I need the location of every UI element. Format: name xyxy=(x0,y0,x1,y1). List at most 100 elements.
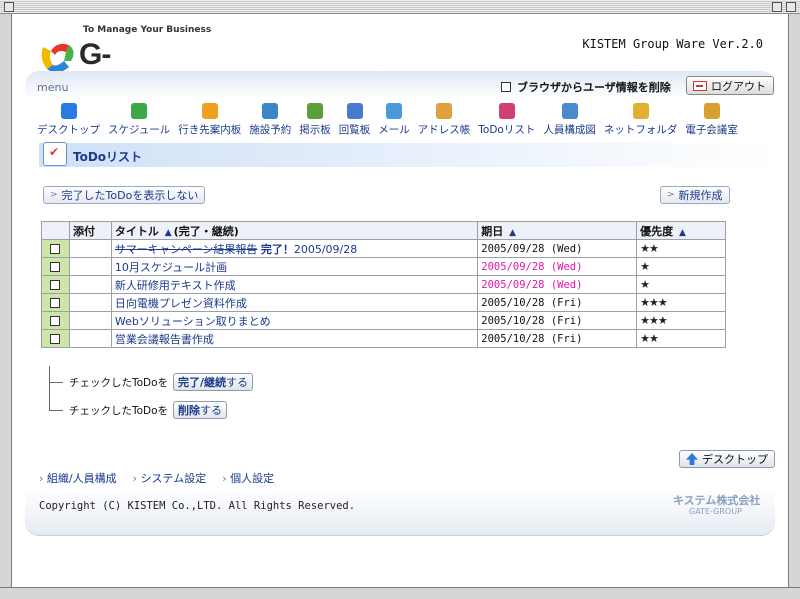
nav-item-label: ToDoリスト xyxy=(478,124,536,136)
due-date-cell: 2005/10/28 (Fri) xyxy=(477,329,638,348)
window-frame-bottom xyxy=(0,587,800,599)
attach-cell xyxy=(68,293,112,312)
priority-cell: ★ xyxy=(636,275,726,294)
nav-item[interactable]: 施設予約 xyxy=(249,103,291,137)
footer-bar xyxy=(25,488,775,536)
nav-item[interactable]: 電子会議室 xyxy=(685,103,738,137)
priority-cell: ★★★ xyxy=(636,311,726,330)
kistem-logo: キステム株式会社 GATE-GROUP xyxy=(673,492,768,522)
date-column-header[interactable]: 期日 ▲ xyxy=(477,221,638,240)
copyright-text: Copyright (C) KISTEM Co.,LTD. All Rights… xyxy=(39,500,356,512)
sort-up-icon[interactable]: ▲ xyxy=(679,228,686,238)
due-date-cell: 2005/09/28 (Wed) xyxy=(477,275,638,294)
todo-title-link[interactable]: 日向電機プレゼン資料作成 xyxy=(115,297,247,310)
window-collapse-button[interactable] xyxy=(786,2,796,12)
title-column-header[interactable]: タイトル ▲ (完了・継続) xyxy=(110,221,479,240)
nav-item[interactable]: ネットフォルダ xyxy=(604,103,677,137)
nav-item-label: デスクトップ xyxy=(37,124,100,136)
building-icon xyxy=(262,103,279,119)
title-cell: Webソリューション取りまとめ xyxy=(110,311,479,330)
row-checkbox[interactable] xyxy=(50,262,61,272)
browser-viewport: To Manage Your Business G-BOARD KISTEM G… xyxy=(13,15,787,587)
table-row: 新人研修用テキスト作成 2005/09/28 (Wed) ★ xyxy=(41,275,726,294)
browser-delete-option[interactable]: ブラウザからユーザ情報を削除 xyxy=(501,79,671,95)
hide-completed-button[interactable]: > 完了したToDoを表示しない xyxy=(43,186,206,204)
sort-up-icon[interactable]: ▲ xyxy=(165,228,172,238)
table-row: 日向電機プレゼン資料作成 2005/10/28 (Fri) ★★★ xyxy=(41,293,726,312)
window-zoom-button[interactable] xyxy=(772,2,782,12)
priority-column-header[interactable]: 優先度 ▲ xyxy=(636,221,726,240)
select-column-header xyxy=(41,221,70,240)
up-arrow-icon xyxy=(686,453,698,465)
nav-item-label: 回覧板 xyxy=(338,124,371,136)
due-date-cell: 2005/09/28 (Wed) xyxy=(477,239,638,258)
title-header-label: タイトル xyxy=(114,224,159,238)
row-checkbox[interactable] xyxy=(50,244,61,254)
todo-title-link[interactable]: サマーキャンペーン結果報告 xyxy=(115,243,257,256)
due-date-cell: 2005/10/28 (Fri) xyxy=(477,311,638,330)
row-select-cell xyxy=(41,275,70,294)
row-checkbox[interactable] xyxy=(50,298,61,308)
priority-cell: ★★★ xyxy=(636,293,726,312)
nav-item[interactable]: 行き先案内板 xyxy=(178,103,241,137)
nav-item-label: 掲示板 xyxy=(299,124,331,136)
todo-title-link[interactable]: 新人研修用テキスト作成 xyxy=(115,279,236,292)
logout-button[interactable]: ログアウト xyxy=(686,76,774,95)
nav-item-label: 施設予約 xyxy=(249,124,292,136)
nav-item-label: メール xyxy=(378,124,410,136)
sort-up-icon[interactable]: ▲ xyxy=(509,228,516,238)
tree-connector-branch xyxy=(49,382,63,383)
complete-continue-label: 完了/継続 xyxy=(178,376,227,389)
table-row: Webソリューション取りまとめ 2005/10/28 (Fri) ★★★ xyxy=(41,311,726,330)
nav-item[interactable]: アドレス帳 xyxy=(418,103,470,137)
back-to-desktop-button[interactable]: デスクトップ xyxy=(679,450,775,468)
todo-title-link[interactable]: Webソリューション取りまとめ xyxy=(115,315,271,328)
delete-button[interactable]: 削除 する xyxy=(173,401,227,419)
mail-icon xyxy=(386,103,403,119)
version-label: KISTEM Group Ware Ver.2.0 xyxy=(582,37,763,51)
due-date-cell: 2005/10/28 (Fri) xyxy=(477,293,638,312)
row-checkbox[interactable] xyxy=(50,316,61,326)
nav-item-label: 行き先案内板 xyxy=(178,124,242,136)
new-todo-button[interactable]: > 新規作成 xyxy=(660,186,730,204)
nav-item[interactable]: 回覧板 xyxy=(338,103,371,137)
board-icon xyxy=(307,103,324,119)
row-checkbox[interactable] xyxy=(50,334,61,344)
nav-item[interactable]: デスクトップ xyxy=(37,103,100,137)
title-cell: 新人研修用テキスト作成 xyxy=(110,275,479,294)
footer-links: 組織/人員構成 システム設定 個人設定 xyxy=(39,470,274,486)
complete-suffix: する xyxy=(226,376,249,389)
todo-title-link[interactable]: 10月スケジュール計画 xyxy=(115,261,227,274)
page-title-bar: ToDoリスト xyxy=(39,142,775,167)
nav-item[interactable]: ToDoリスト xyxy=(478,103,535,137)
attach-cell xyxy=(68,275,112,294)
footer-link-system-settings[interactable]: システム設定 xyxy=(133,470,207,486)
window-frame-right xyxy=(788,14,800,599)
company-subname: GATE-GROUP xyxy=(689,507,742,516)
nav-item[interactable]: 掲示板 xyxy=(299,103,331,137)
footer-link-organization[interactable]: 組織/人員構成 xyxy=(39,470,117,486)
folder-icon xyxy=(632,103,649,119)
todo-title-icon xyxy=(43,142,67,166)
priority-cell: ★★ xyxy=(636,329,726,348)
nav-item-label: スケジュール xyxy=(108,124,171,136)
browser-delete-checkbox[interactable] xyxy=(501,82,511,92)
window-titlebar[interactable] xyxy=(0,0,800,14)
priority-cell: ★ xyxy=(636,257,726,276)
checked-todo-prefix: チェックしたToDoを xyxy=(69,405,169,417)
window-close-button[interactable] xyxy=(4,2,14,12)
nav-item[interactable]: スケジュール xyxy=(108,103,170,137)
menu-label: menu xyxy=(37,81,69,94)
footer-link-personal-settings[interactable]: 個人設定 xyxy=(222,470,274,486)
nav-item-label: 電子会議室 xyxy=(685,124,738,136)
todo-title-link[interactable]: 営業会議報告書作成 xyxy=(115,333,214,346)
arrow-right-icon xyxy=(201,103,218,119)
complete-continue-button[interactable]: 完了/継続 する xyxy=(173,373,254,391)
attach-cell xyxy=(68,257,112,276)
row-select-cell xyxy=(41,239,70,258)
nav-item[interactable]: 人員構成図 xyxy=(543,103,596,137)
table-row: 営業会議報告書作成 2005/10/28 (Fri) ★★ xyxy=(41,329,726,348)
delete-label: 削除 xyxy=(178,404,200,417)
row-checkbox[interactable] xyxy=(50,280,61,290)
nav-item[interactable]: メール xyxy=(378,103,410,137)
